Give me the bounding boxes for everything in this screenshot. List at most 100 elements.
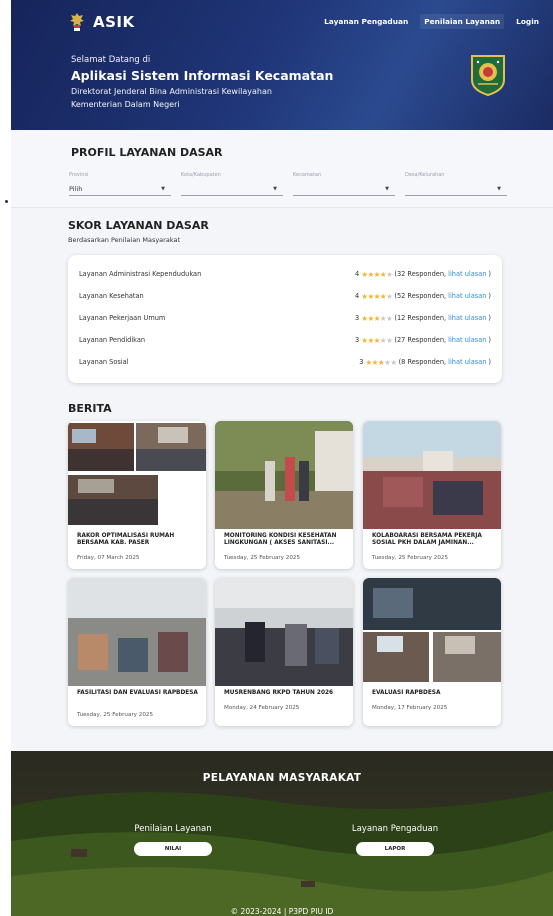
news-card[interactable]: EVALUASI RAPBDESA Monday, 17 February 20…: [363, 578, 501, 726]
paren-close: ): [488, 358, 491, 366]
brand[interactable]: ASIK: [69, 12, 135, 32]
response-count: (8 Responden,: [398, 358, 447, 366]
skor-subtitle: Berdasarkan Penilaian Masyarakat: [68, 236, 181, 244]
paren-close: ): [488, 292, 491, 300]
brand-name: ASIK: [93, 13, 135, 31]
berita-title: BERITA: [68, 402, 112, 415]
skor-detail: 4 ★★★★★ (32 Responden, lihat ulasan): [355, 270, 491, 279]
service-name: Layanan Kesehatan: [79, 292, 144, 300]
nilai-button[interactable]: NILAI: [134, 842, 212, 856]
news-photo-meeting: [68, 421, 206, 529]
news-title: FASILITASI DAN EVALUASI RAPBDESA: [77, 690, 198, 696]
skor-detail: 4 ★★★★★ (52 Responden, lihat ulasan): [355, 292, 491, 301]
lihat-ulasan-link[interactable]: lihat ulasan: [448, 336, 486, 344]
news-card[interactable]: MONITORING KONDISI KESEHATAN LINGKUNGAN …: [215, 421, 353, 569]
response-count: (12 Responden,: [394, 314, 447, 322]
service-label: Penilaian Layanan: [134, 824, 212, 834]
news-title: MONITORING KONDISI KESEHATAN LINGKUNGAN …: [224, 533, 337, 547]
welcome-text: Selamat Datang di Aplikasi Sistem Inform…: [71, 55, 333, 109]
skor-detail: 3 ★★★★★ (8 Responden, lihat ulasan): [359, 358, 491, 367]
caret-down-icon: ▼: [161, 185, 165, 192]
skor-title: SKOR LAYANAN DASAR: [68, 219, 209, 232]
welcome-greeting: Selamat Datang di: [71, 55, 151, 65]
lihat-ulasan-link[interactable]: lihat ulasan: [448, 270, 486, 278]
news-card[interactable]: RAKOR OPTIMALISASI RUMAH BERSAMA KAB. PA…: [68, 421, 206, 569]
news-title: RAKOR OPTIMALISASI RUMAH BERSAMA KAB. PA…: [77, 533, 175, 547]
score-value: 4: [355, 270, 360, 278]
filter-label: Kota/Kabupaten: [181, 172, 221, 178]
lapor-button[interactable]: LAPOR: [356, 842, 434, 856]
ministry-name: Kementerian Dalam Negeri: [71, 100, 180, 109]
news-title: EVALUASI RAPBDESA: [372, 690, 441, 696]
star-rating-icon: ★★★★★: [361, 335, 393, 345]
news-date: Tuesday, 25 February 2025: [77, 712, 154, 718]
response-count: (27 Responden,: [394, 336, 447, 344]
page: ASIK Layanan Pengaduan Penilaian Layanan…: [11, 0, 553, 916]
news-photo-musrenbang: [215, 578, 353, 686]
kota-select[interactable]: ▼: [181, 182, 283, 196]
footer-section: PELAYANAN MASYARAKAT Penilaian Layanan N…: [11, 751, 553, 916]
bullet-dot: [5, 200, 8, 203]
star-rating-icon: ★★★★★: [361, 269, 393, 279]
lihat-ulasan-link[interactable]: lihat ulasan: [448, 292, 486, 300]
caret-down-icon: ▼: [273, 185, 277, 192]
response-count: (32 Responden,: [394, 270, 447, 278]
skor-detail: 3 ★★★★★ (27 Responden, lihat ulasan): [355, 336, 491, 345]
service-name: Layanan Pekerjaan Umum: [79, 314, 166, 322]
garuda-logo-icon: [70, 13, 84, 31]
filter-label: Provinsi: [69, 172, 89, 178]
region-filters: Provinsi Pilih ▼ Kota/Kabupaten ▼ Kecamat…: [69, 172, 507, 196]
news-card[interactable]: KOLABOARASI BERSAMA PEKERJA SOSIAL PKH D…: [363, 421, 501, 569]
nav-penilaian-layanan[interactable]: Penilaian Layanan: [420, 14, 505, 29]
news-card[interactable]: MUSRENBANG RKPD TAHUN 2026 Monday, 24 Fe…: [215, 578, 353, 726]
service-penilaian: Penilaian Layanan NILAI: [103, 824, 243, 856]
news-date: Friday, 07 March 2025: [77, 555, 140, 561]
filter-label: Desa/Kelurahan: [405, 172, 445, 178]
skor-detail: 3 ★★★★★ (12 Responden, lihat ulasan): [355, 314, 491, 323]
service-label: Layanan Pengaduan: [351, 824, 439, 834]
score-value: 3: [355, 336, 360, 344]
news-title: KOLABOARASI BERSAMA PEKERJA SOSIAL PKH D…: [372, 533, 482, 547]
response-count: (52 Responden,: [394, 292, 447, 300]
skor-row: Layanan Pekerjaan Umum 3 ★★★★★ (12 Respo…: [79, 311, 491, 325]
news-date: Tuesday, 25 February 2025: [224, 555, 301, 561]
news-photo-evaluation: [68, 578, 206, 686]
filter-kota: Kota/Kabupaten ▼: [181, 172, 283, 196]
filter-kecamatan: Kecamatan ▼: [293, 172, 395, 196]
nav-login[interactable]: Login: [514, 14, 541, 29]
news-card[interactable]: FASILITASI DAN EVALUASI RAPBDESA Tuesday…: [68, 578, 206, 726]
news-photo-rapbdesa: [363, 578, 501, 686]
service-name: Layanan Administrasi Kependudukan: [79, 270, 202, 278]
skor-row: Layanan Sosial 3 ★★★★★ (8 Responden, lih…: [79, 355, 491, 369]
star-rating-icon: ★★★★★: [365, 357, 397, 367]
profil-title: PROFIL LAYANAN DASAR: [71, 146, 223, 159]
top-nav: Layanan Pengaduan Penilaian Layanan Logi…: [322, 14, 541, 29]
desa-select[interactable]: ▼: [405, 182, 507, 196]
skor-row: Layanan Administrasi Kependudukan 4 ★★★★…: [79, 267, 491, 281]
news-title: MUSRENBANG RKPD TAHUN 2026: [224, 690, 334, 696]
filter-provinsi: Provinsi Pilih ▼: [69, 172, 171, 196]
directorate-name: Direktorat Jenderal Bina Administrasi Ke…: [71, 87, 272, 96]
filter-desa: Desa/Kelurahan ▼: [405, 172, 507, 196]
filter-label: Kecamatan: [293, 172, 322, 178]
kecamatan-select[interactable]: ▼: [293, 182, 395, 196]
star-rating-icon: ★★★★★: [361, 291, 393, 301]
news-date: Monday, 17 February 2025: [372, 705, 448, 711]
header-banner: ASIK Layanan Pengaduan Penilaian Layanan…: [11, 0, 553, 130]
score-value: 3: [355, 314, 360, 322]
ministry-emblem-icon: [471, 55, 505, 96]
select-value: Pilih: [69, 184, 83, 193]
lihat-ulasan-link[interactable]: lihat ulasan: [448, 358, 486, 366]
service-name: Layanan Sosial: [79, 358, 129, 366]
nav-layanan-pengaduan[interactable]: Layanan Pengaduan: [322, 14, 410, 29]
lihat-ulasan-link[interactable]: lihat ulasan: [448, 314, 486, 322]
copyright-text: © 2023-2024 | P3PD PIU ID: [230, 907, 334, 916]
skor-row: Layanan Pendidikan 3 ★★★★★ (27 Responden…: [79, 333, 491, 347]
news-date: Tuesday, 25 February 2025: [372, 555, 449, 561]
caret-down-icon: ▼: [497, 185, 501, 192]
provinsi-select[interactable]: Pilih ▼: [69, 182, 171, 196]
score-value: 4: [355, 292, 360, 300]
caret-down-icon: ▼: [385, 185, 389, 192]
score-value: 3: [359, 358, 364, 366]
profil-layanan-section: PROFIL LAYANAN DASAR Provinsi Pilih ▼ Kot…: [11, 130, 553, 208]
